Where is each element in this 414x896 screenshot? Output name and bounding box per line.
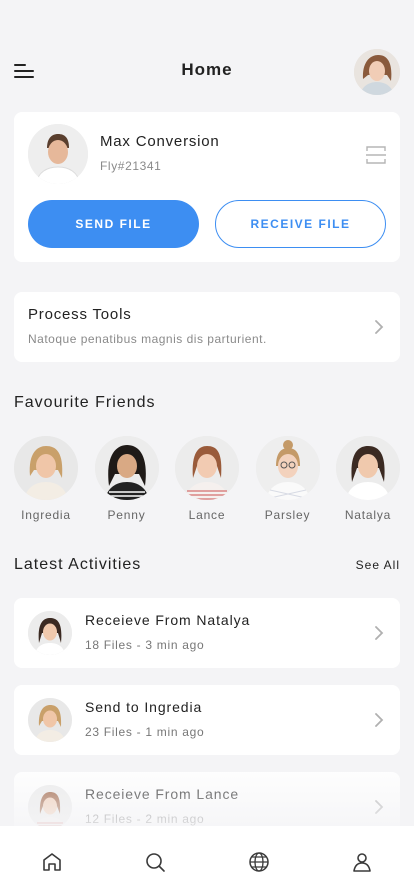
activity-item[interactable]: Receieve From Natalya 18 Files - 3 min a… <box>14 598 400 668</box>
activity-avatar <box>28 785 72 829</box>
friend-avatar <box>175 436 239 500</box>
friend-avatar <box>94 436 159 500</box>
activity-meta: 12 Files - 2 min ago <box>85 812 205 826</box>
chevron-right-icon <box>374 712 384 728</box>
activity-title: Send to Ingredia <box>85 699 203 715</box>
activity-avatar <box>28 698 72 742</box>
activity-meta: 23 Files - 1 min ago <box>85 725 205 739</box>
friend-avatar <box>14 436 78 500</box>
friend-name: Natalya <box>344 508 392 522</box>
profile-card: Max Conversion Fly#21341 SEND FILE RECEI… <box>14 112 400 262</box>
bottom-tab-bar <box>0 826 414 896</box>
activity-item[interactable]: Send to Ingredia 23 Files - 1 min ago <box>14 685 400 755</box>
home-icon[interactable] <box>38 848 66 876</box>
friend-natalya[interactable]: Natalya <box>336 436 400 526</box>
profile-id: Fly#21341 <box>100 159 162 173</box>
chevron-right-icon <box>374 625 384 641</box>
globe-icon[interactable] <box>245 848 273 876</box>
favourite-friends-title: Favourite Friends <box>14 394 156 411</box>
friend-lance[interactable]: Lance <box>175 436 239 526</box>
receive-file-button[interactable]: RECEIVE FILE <box>215 200 386 248</box>
process-tools-title: Process Tools <box>28 306 132 323</box>
friend-avatar <box>336 436 400 500</box>
friend-name: Lance <box>188 508 226 522</box>
page-title: Home <box>181 60 233 79</box>
profile-icon[interactable] <box>348 848 376 876</box>
activity-avatar <box>28 611 72 655</box>
activity-meta: 18 Files - 3 min ago <box>85 638 205 652</box>
chevron-right-icon <box>374 799 384 815</box>
friend-penny[interactable]: Penny <box>94 436 159 526</box>
latest-activities-title: Latest Activities <box>14 556 142 573</box>
scan-icon[interactable] <box>366 146 386 164</box>
profile-name: Max Conversion <box>100 133 220 150</box>
user-avatar[interactable] <box>354 49 400 95</box>
header: Home <box>0 44 414 96</box>
send-file-button[interactable]: SEND FILE <box>28 200 199 248</box>
process-tools-card[interactable]: Process Tools Natoque penatibus magnis d… <box>14 292 400 362</box>
friend-name: Ingredia <box>21 508 71 522</box>
friend-avatar <box>255 436 320 500</box>
favourite-friends-list: Ingredia Penny Lance Parsley Natalya <box>14 436 400 526</box>
see-all-link[interactable]: See All <box>356 558 400 572</box>
friend-parsley[interactable]: Parsley <box>255 436 320 526</box>
friend-name: Penny <box>107 508 146 522</box>
process-tools-subtitle: Natoque penatibus magnis dis parturient. <box>28 332 267 346</box>
friend-ingredia[interactable]: Ingredia <box>14 436 78 526</box>
activity-title: Receieve From Lance <box>85 786 240 802</box>
search-icon[interactable] <box>141 848 169 876</box>
chevron-right-icon <box>374 319 384 335</box>
friend-name: Parsley <box>264 508 311 522</box>
activity-title: Receieve From Natalya <box>85 612 251 628</box>
profile-avatar <box>28 124 88 184</box>
